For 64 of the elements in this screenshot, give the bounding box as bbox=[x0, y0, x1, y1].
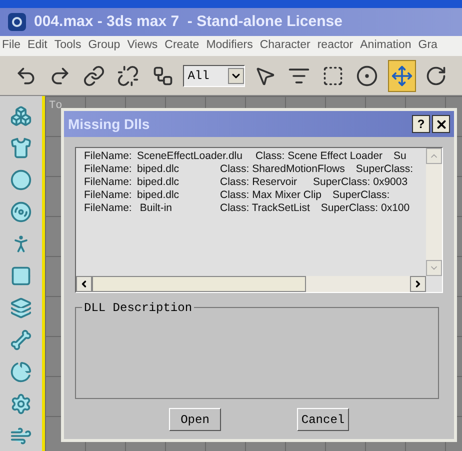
list-cell: SuperClass: 0x100 bbox=[320, 202, 410, 215]
unlink-icon bbox=[117, 64, 140, 86]
scroll-right-icon bbox=[413, 279, 423, 289]
dialog-button[interactable]: Cancel bbox=[297, 408, 349, 431]
wind-icon bbox=[10, 425, 32, 447]
help-button[interactable]: ? bbox=[412, 115, 430, 133]
shirt-icon bbox=[10, 137, 32, 159]
menu-item[interactable]: Gra bbox=[418, 37, 438, 55]
list-cell-text: Class: Reservoir bbox=[220, 176, 298, 189]
dialog-button[interactable]: Open bbox=[169, 408, 221, 431]
list-cell-text: Class: TrackSetList bbox=[220, 202, 311, 215]
list-cell-text: Class: SharedMotionFlows bbox=[220, 163, 346, 176]
toolbar-button[interactable] bbox=[388, 60, 416, 92]
scroll-left-icon bbox=[79, 279, 89, 289]
dashed-square-icon bbox=[322, 64, 344, 86]
list-cell: Su bbox=[394, 150, 406, 163]
dialog-title: Missing Dlls bbox=[68, 114, 151, 134]
list-cell-text: FileName: bbox=[84, 189, 133, 202]
menu-item[interactable]: Modifiers bbox=[206, 37, 253, 55]
list-cell-text: biped.dlc bbox=[137, 176, 180, 189]
list-cell-text: SceneEffectLoader.dlu bbox=[137, 150, 244, 163]
menu-item[interactable]: Tools bbox=[54, 37, 82, 55]
menu-item[interactable]: reactor bbox=[317, 37, 354, 55]
horizontal-scrollbar[interactable] bbox=[76, 276, 426, 292]
window-title: 004.max - 3ds max 7 - Stand-alone License bbox=[34, 12, 342, 32]
list-cell-text: Class: Scene Effect Loader bbox=[255, 150, 384, 163]
settings-icon bbox=[10, 393, 32, 415]
menu-item[interactable]: Views bbox=[127, 37, 158, 55]
list-cell: SuperClass: bbox=[332, 189, 390, 202]
list-cell-text: Class: Max Mixer Clip bbox=[220, 189, 323, 202]
circle-dot-icon bbox=[356, 64, 378, 86]
close-icon bbox=[434, 118, 448, 130]
rotate-icon bbox=[424, 64, 447, 86]
list-cell-text: FileName: bbox=[84, 176, 133, 189]
viewport-label: To bbox=[49, 99, 62, 114]
pointer-icon bbox=[254, 64, 276, 86]
close-button[interactable] bbox=[432, 115, 450, 133]
menu-item[interactable]: Create bbox=[164, 37, 200, 55]
list-cell: SuperClass: bbox=[356, 163, 414, 176]
list-cell-text: FileName: bbox=[84, 163, 133, 176]
menu-item[interactable]: Animation bbox=[360, 37, 412, 55]
menu-item[interactable]: Character bbox=[260, 37, 310, 55]
redo-icon bbox=[49, 64, 72, 86]
selection-filter-dropdown[interactable]: All bbox=[182, 64, 245, 86]
menu-item[interactable]: Group bbox=[88, 37, 120, 55]
disc-icon bbox=[10, 201, 32, 223]
pie-icon bbox=[10, 361, 32, 383]
list-cell-text: FileName: bbox=[84, 202, 133, 215]
menu-item[interactable]: File bbox=[2, 37, 21, 55]
move-icon bbox=[390, 64, 413, 86]
layers-icon bbox=[10, 297, 32, 319]
ball-icon bbox=[10, 169, 32, 191]
link-icon bbox=[83, 64, 106, 86]
list-cell: SuperClass: 0x9003 bbox=[313, 176, 408, 189]
bone-icon bbox=[10, 329, 32, 351]
list-cell-text: Built-in bbox=[138, 202, 174, 215]
list-cell-text: biped.dlc bbox=[137, 189, 180, 202]
boxes-icon bbox=[10, 105, 32, 127]
vertical-scrollbar[interactable] bbox=[426, 148, 442, 276]
nodes-icon bbox=[152, 64, 174, 86]
app-logo-icon bbox=[8, 13, 26, 31]
list-cell-text: FileName: bbox=[84, 150, 133, 163]
menu-item[interactable]: Edit bbox=[28, 37, 48, 55]
list-cell-text: biped.dlc bbox=[137, 163, 180, 176]
